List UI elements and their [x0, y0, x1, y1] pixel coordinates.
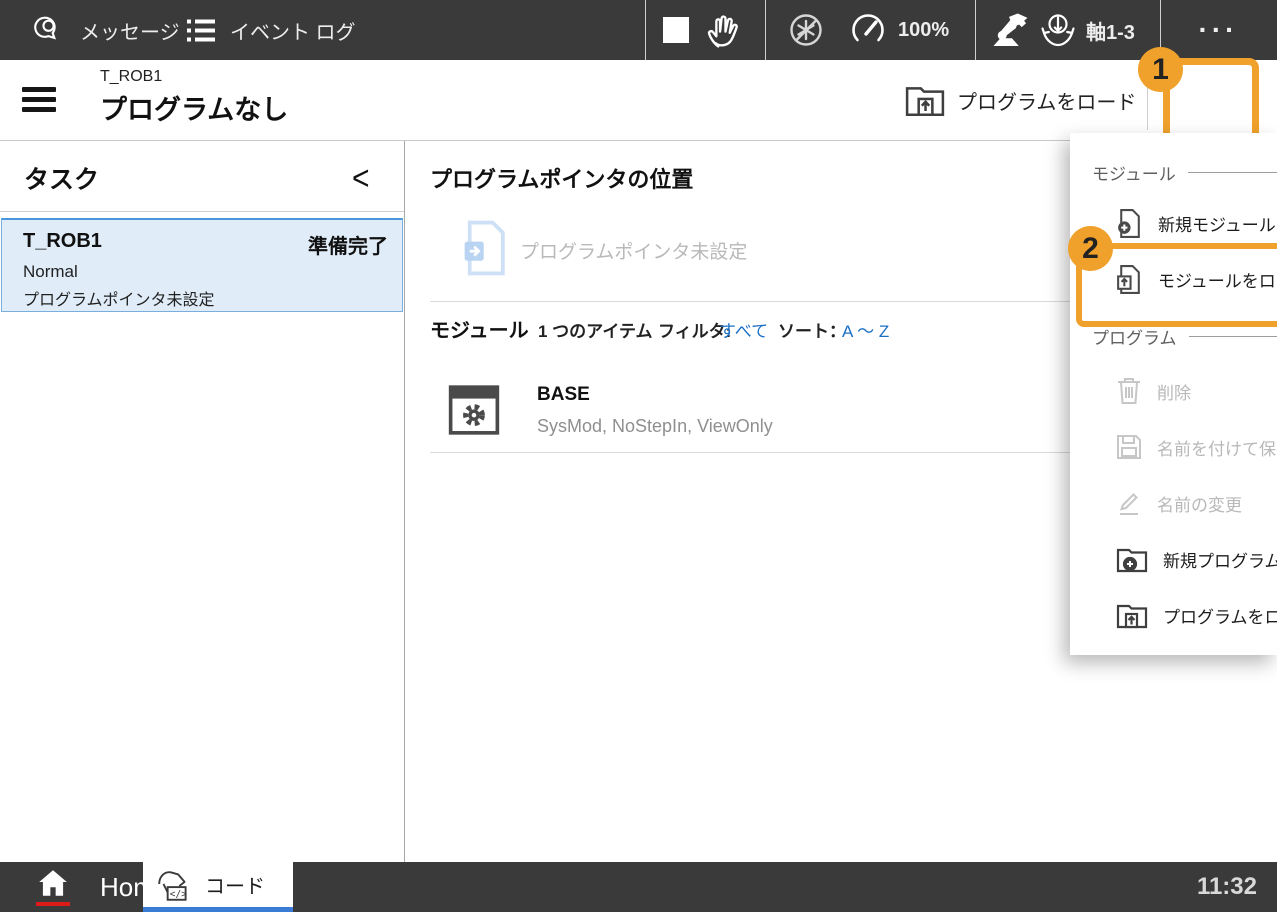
clock: 11:32	[1197, 862, 1257, 912]
speedometer-icon	[848, 10, 888, 50]
svg-text:</>: </>	[170, 889, 187, 900]
menu-section-program-label: プログラム	[1092, 324, 1177, 349]
context-menu: モジュール 新規モジュール モジュールをロード	[1070, 133, 1277, 655]
axes-button[interactable]: 軸1-3	[1038, 11, 1135, 49]
task-panel: タスク < T_ROB1 準備完了 Normal プログラムポインタ未設定	[0, 140, 405, 862]
menu-item-label: モジュールをロード	[1158, 267, 1277, 292]
messages-label: メッセージ	[80, 16, 180, 45]
menu-item-rename: 名前の変更	[1070, 477, 1277, 529]
task-panel-title: タスク	[24, 160, 99, 196]
filter-value-link[interactable]: すべて	[719, 317, 768, 342]
tab-code[interactable]: </> コード	[143, 862, 293, 912]
hamburger-menu-icon[interactable]	[22, 87, 56, 113]
home-active-underline	[36, 902, 70, 906]
motors-off-button[interactable]	[786, 10, 826, 50]
module-name: BASE	[537, 384, 590, 406]
axes-label: 軸1-3	[1086, 16, 1135, 45]
task-card-name: T_ROB1	[23, 230, 102, 253]
task-card-mode: Normal	[23, 262, 78, 282]
home-button[interactable]	[36, 862, 70, 912]
load-program-label: プログラムをロード	[957, 86, 1136, 115]
document-plus-icon	[1116, 208, 1143, 239]
statusbar-separator	[765, 0, 766, 60]
messages-button[interactable]: メッセージ	[30, 13, 180, 47]
event-log-button[interactable]: イベント ログ	[186, 16, 356, 45]
taskbar: Home </> コード 11:32	[0, 862, 1277, 912]
collapse-chevron-icon[interactable]: <	[352, 159, 370, 198]
statusbar-separator	[975, 0, 976, 60]
sort-value-link[interactable]: A ～ Z	[842, 317, 889, 342]
statusbar-more-button[interactable]: ···	[1160, 0, 1277, 60]
hand-icon	[702, 10, 748, 52]
folder-upload-icon	[1116, 602, 1148, 629]
app-header: T_ROB1 プログラムなし プログラムをロード ··· 1	[0, 60, 1277, 141]
mechanical-unit-button[interactable]	[988, 13, 1032, 48]
robot-arm-icon	[988, 13, 1032, 48]
home-icon	[36, 868, 70, 908]
module-attributes: SysMod, NoStepIn, ViewOnly	[537, 416, 773, 437]
pencil-icon	[1116, 489, 1142, 517]
page-title: プログラムなし	[100, 88, 288, 127]
speed-value: 100%	[898, 19, 949, 42]
document-upload-icon	[1116, 264, 1143, 295]
task-card-pointer-status: プログラムポインタ未設定	[23, 286, 215, 310]
status-bar: メッセージ イベント ログ	[0, 0, 1277, 60]
pointer-empty-text: プログラムポインタ未設定	[520, 237, 747, 264]
menu-item-new-program[interactable]: 新規プログラム	[1070, 533, 1277, 585]
menu-item-label: 新規モジュール	[1158, 211, 1276, 236]
save-icon	[1116, 434, 1142, 460]
modules-title: モジュール	[430, 314, 529, 343]
code-app-icon: </>	[155, 867, 193, 903]
menu-section-program: プログラム	[1070, 321, 1277, 351]
motors-off-icon	[786, 10, 826, 50]
statusbar-separator	[645, 0, 646, 60]
stop-state-icon[interactable]	[663, 17, 689, 43]
event-log-label: イベント ログ	[230, 16, 356, 45]
event-log-icon	[186, 17, 216, 44]
manual-mode-button[interactable]	[702, 10, 748, 52]
annotation-badge-2: 2	[1068, 226, 1113, 271]
menu-item-load-program[interactable]: プログラムをロード	[1070, 589, 1277, 641]
task-panel-divider	[0, 211, 404, 212]
annotation-badge-1: 1	[1138, 47, 1183, 92]
speed-button[interactable]: 100%	[848, 10, 949, 50]
load-program-button[interactable]: プログラムをロード	[905, 60, 1136, 140]
tab-code-label: コード	[205, 870, 265, 899]
section-divider-line	[1189, 336, 1277, 337]
task-card-status: 準備完了	[308, 230, 388, 259]
folder-plus-icon	[1116, 546, 1148, 573]
menu-item-label: 新規プログラム	[1163, 547, 1277, 572]
folder-upload-icon	[905, 83, 945, 117]
header-task-name: T_ROB1	[100, 68, 162, 86]
menu-item-save-as: 名前を付けて保存	[1070, 421, 1277, 473]
program-pointer-icon	[462, 220, 508, 276]
menu-section-module: モジュール	[1070, 157, 1277, 187]
menu-item-label: 削除	[1157, 379, 1191, 404]
section-divider-line	[1188, 172, 1277, 173]
task-card[interactable]: T_ROB1 準備完了 Normal プログラムポインタ未設定	[1, 218, 403, 312]
menu-item-delete: 削除	[1070, 365, 1277, 417]
modules-count: 1 つのアイテム	[538, 317, 652, 342]
trash-icon	[1116, 376, 1142, 406]
menu-item-label: 名前を付けて保存	[1157, 435, 1277, 460]
pointer-section-title: プログラムポインタの位置	[430, 162, 693, 194]
sort-label: ソート：	[778, 317, 846, 342]
menu-item-label: プログラムをロード	[1163, 603, 1277, 628]
module-window-gear-icon	[448, 383, 500, 437]
menu-section-module-label: モジュール	[1092, 160, 1176, 185]
axis-jog-icon	[1038, 11, 1078, 49]
flexpendant-screen: メッセージ イベント ログ	[0, 0, 1277, 912]
message-bubble-icon	[30, 13, 66, 47]
menu-item-label: 名前の変更	[1157, 491, 1242, 516]
